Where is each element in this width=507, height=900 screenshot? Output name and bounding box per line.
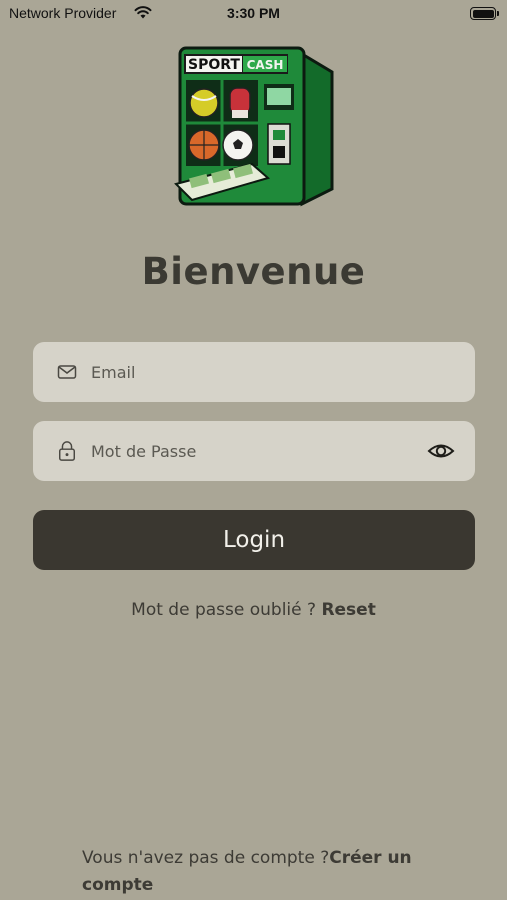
- status-time: 3:30 PM: [227, 5, 280, 21]
- logo-cash-text: CASH: [247, 58, 284, 72]
- password-input[interactable]: [91, 421, 431, 481]
- page-title: Bienvenue: [141, 250, 366, 293]
- signup-text: Vous n'avez pas de compte ?: [82, 848, 330, 868]
- password-field[interactable]: [33, 421, 475, 481]
- logo-sport-text: SPORT: [188, 57, 240, 73]
- mail-icon: [57, 365, 77, 379]
- email-input[interactable]: [91, 342, 431, 402]
- sportcash-logo: SPORT CASH: [174, 46, 334, 207]
- signup-row: Vous n'avez pas de compte ?Créer un comp…: [82, 845, 442, 899]
- battery-icon: [470, 7, 499, 20]
- forgot-password-text: Mot de passe oublié ?: [131, 600, 322, 620]
- forgot-password-row: Mot de passe oublié ? Reset: [0, 600, 507, 620]
- lock-icon: [59, 441, 75, 461]
- login-button[interactable]: Login: [33, 510, 475, 570]
- status-bar: Network Provider 3:30 PM: [0, 0, 507, 28]
- reset-link[interactable]: Reset: [321, 600, 375, 620]
- eye-icon[interactable]: [427, 439, 455, 463]
- email-field[interactable]: [33, 342, 475, 402]
